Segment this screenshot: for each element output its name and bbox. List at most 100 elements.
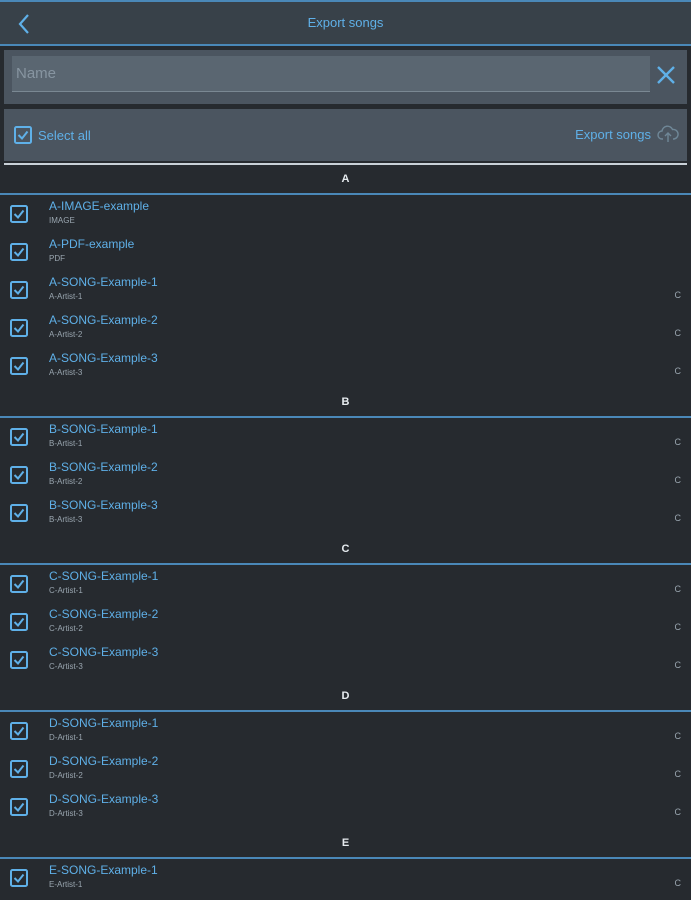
checkbox-checked-icon bbox=[14, 126, 32, 144]
song-row[interactable]: A-SONG-Example-2 A-Artist-2 C bbox=[0, 309, 691, 347]
song-key: C bbox=[674, 366, 682, 376]
song-checkbox[interactable] bbox=[10, 651, 28, 669]
song-checkbox[interactable] bbox=[10, 575, 28, 593]
song-checkbox[interactable] bbox=[10, 869, 28, 887]
song-checkbox[interactable] bbox=[10, 319, 28, 337]
song-subtitle: D-Artist-1 bbox=[49, 733, 83, 742]
song-subtitle: D-Artist-2 bbox=[49, 771, 83, 780]
checkbox-checked-icon bbox=[10, 760, 28, 778]
checkbox-checked-icon bbox=[10, 205, 28, 223]
checkbox-checked-icon bbox=[10, 319, 28, 337]
checkbox-checked-icon bbox=[10, 428, 28, 446]
song-title: C-SONG-Example-3 bbox=[49, 645, 159, 659]
song-row[interactable]: A-SONG-Example-1 A-Artist-1 C bbox=[0, 271, 691, 309]
page-title: Export songs bbox=[307, 15, 384, 30]
song-title: B-SONG-Example-1 bbox=[49, 422, 158, 436]
song-row[interactable]: D-SONG-Example-1 D-Artist-1 C bbox=[0, 712, 691, 750]
export-songs-screen: Export songs Select all Export songs bbox=[0, 0, 691, 900]
song-row[interactable]: D-SONG-Example-3 D-Artist-3 C bbox=[0, 788, 691, 826]
song-title: E-SONG-Example-1 bbox=[49, 863, 158, 877]
section-header: E bbox=[0, 830, 691, 859]
checkbox-checked-icon bbox=[10, 869, 28, 887]
section-header: B bbox=[0, 389, 691, 418]
song-title: B-SONG-Example-3 bbox=[49, 498, 158, 512]
search-input[interactable] bbox=[12, 56, 650, 91]
song-checkbox[interactable] bbox=[10, 760, 28, 778]
song-row[interactable]: C-SONG-Example-2 C-Artist-2 C bbox=[0, 603, 691, 641]
select-all-checkbox[interactable]: Select all bbox=[14, 124, 91, 146]
song-title: D-SONG-Example-3 bbox=[49, 792, 159, 806]
song-key: C bbox=[674, 807, 682, 817]
song-checkbox[interactable] bbox=[10, 243, 28, 261]
song-key: C bbox=[674, 437, 682, 447]
song-key: C bbox=[674, 731, 682, 741]
song-row[interactable]: D-SONG-Example-2 D-Artist-2 C bbox=[0, 750, 691, 788]
clear-search-button[interactable] bbox=[655, 64, 681, 90]
song-checkbox[interactable] bbox=[10, 205, 28, 223]
checkbox-checked-icon bbox=[10, 722, 28, 740]
song-title: A-SONG-Example-3 bbox=[49, 351, 158, 365]
checkbox-checked-icon bbox=[10, 357, 28, 375]
song-subtitle: B-Artist-1 bbox=[49, 439, 83, 448]
song-subtitle: A-Artist-2 bbox=[49, 330, 83, 339]
song-key: C bbox=[674, 475, 682, 485]
song-subtitle: C-Artist-1 bbox=[49, 586, 83, 595]
song-subtitle: A-Artist-1 bbox=[49, 292, 83, 301]
song-key: C bbox=[674, 584, 682, 594]
song-checkbox[interactable] bbox=[10, 357, 28, 375]
checkbox-checked-icon bbox=[10, 281, 28, 299]
song-row[interactable]: E-SONG-Example-1 E-Artist-1 C bbox=[0, 859, 691, 897]
song-checkbox[interactable] bbox=[10, 722, 28, 740]
checkbox-checked-icon bbox=[10, 798, 28, 816]
song-subtitle: B-Artist-3 bbox=[49, 515, 83, 524]
cloud-upload-icon bbox=[657, 125, 679, 142]
search-panel bbox=[4, 50, 687, 104]
song-row[interactable]: B-SONG-Example-1 B-Artist-1 C bbox=[0, 418, 691, 456]
song-key: C bbox=[674, 660, 682, 670]
song-subtitle: E-Artist-1 bbox=[49, 880, 83, 889]
top-bar: Export songs bbox=[0, 0, 691, 46]
song-row[interactable]: B-SONG-Example-2 B-Artist-2 C bbox=[0, 456, 691, 494]
song-checkbox[interactable] bbox=[10, 281, 28, 299]
song-list: A A-IMAGE-example IMAGE A-PDF-example PDF A-S… bbox=[0, 166, 691, 900]
song-title: B-SONG-Example-2 bbox=[49, 460, 158, 474]
song-title: A-IMAGE-example bbox=[49, 199, 150, 213]
song-title: C-SONG-Example-2 bbox=[49, 607, 159, 621]
song-subtitle: IMAGE bbox=[49, 216, 75, 225]
song-row[interactable]: C-SONG-Example-1 C-Artist-1 C bbox=[0, 565, 691, 603]
song-checkbox[interactable] bbox=[10, 428, 28, 446]
song-title: A-SONG-Example-2 bbox=[49, 313, 158, 327]
song-row[interactable]: B-SONG-Example-3 B-Artist-3 C bbox=[0, 494, 691, 532]
song-subtitle: B-Artist-2 bbox=[49, 477, 83, 486]
song-row[interactable]: A-SONG-Example-3 A-Artist-3 C bbox=[0, 347, 691, 385]
close-icon bbox=[657, 66, 675, 84]
song-subtitle: C-Artist-3 bbox=[49, 662, 83, 671]
song-row[interactable]: A-PDF-example PDF bbox=[0, 233, 691, 271]
song-key: C bbox=[674, 769, 682, 779]
song-row[interactable]: C-SONG-Example-3 C-Artist-3 C bbox=[0, 641, 691, 679]
song-checkbox[interactable] bbox=[10, 613, 28, 631]
song-subtitle: A-Artist-3 bbox=[49, 368, 83, 377]
song-title: D-SONG-Example-1 bbox=[49, 716, 159, 730]
song-title: C-SONG-Example-1 bbox=[49, 569, 159, 583]
export-songs-label: Export songs bbox=[575, 126, 651, 142]
section-header: D bbox=[0, 683, 691, 712]
export-songs-button[interactable]: Export songs bbox=[575, 123, 679, 145]
checkbox-checked-icon bbox=[10, 613, 28, 631]
checkbox-checked-icon bbox=[10, 243, 28, 261]
checkbox-checked-icon bbox=[10, 575, 28, 593]
song-subtitle: D-Artist-3 bbox=[49, 809, 83, 818]
song-title: A-SONG-Example-1 bbox=[49, 275, 158, 289]
song-key: C bbox=[674, 878, 682, 888]
song-checkbox[interactable] bbox=[10, 504, 28, 522]
song-key: C bbox=[674, 290, 682, 300]
selection-toolbar: Select all Export songs bbox=[4, 109, 687, 161]
song-row[interactable]: A-IMAGE-example IMAGE bbox=[0, 195, 691, 233]
song-checkbox[interactable] bbox=[10, 798, 28, 816]
select-all-label: Select all bbox=[38, 127, 91, 143]
checkbox-checked-icon bbox=[10, 466, 28, 484]
song-checkbox[interactable] bbox=[10, 466, 28, 484]
checkbox-checked-icon bbox=[10, 651, 28, 669]
search-field[interactable] bbox=[12, 56, 650, 92]
section-header: C bbox=[0, 536, 691, 565]
